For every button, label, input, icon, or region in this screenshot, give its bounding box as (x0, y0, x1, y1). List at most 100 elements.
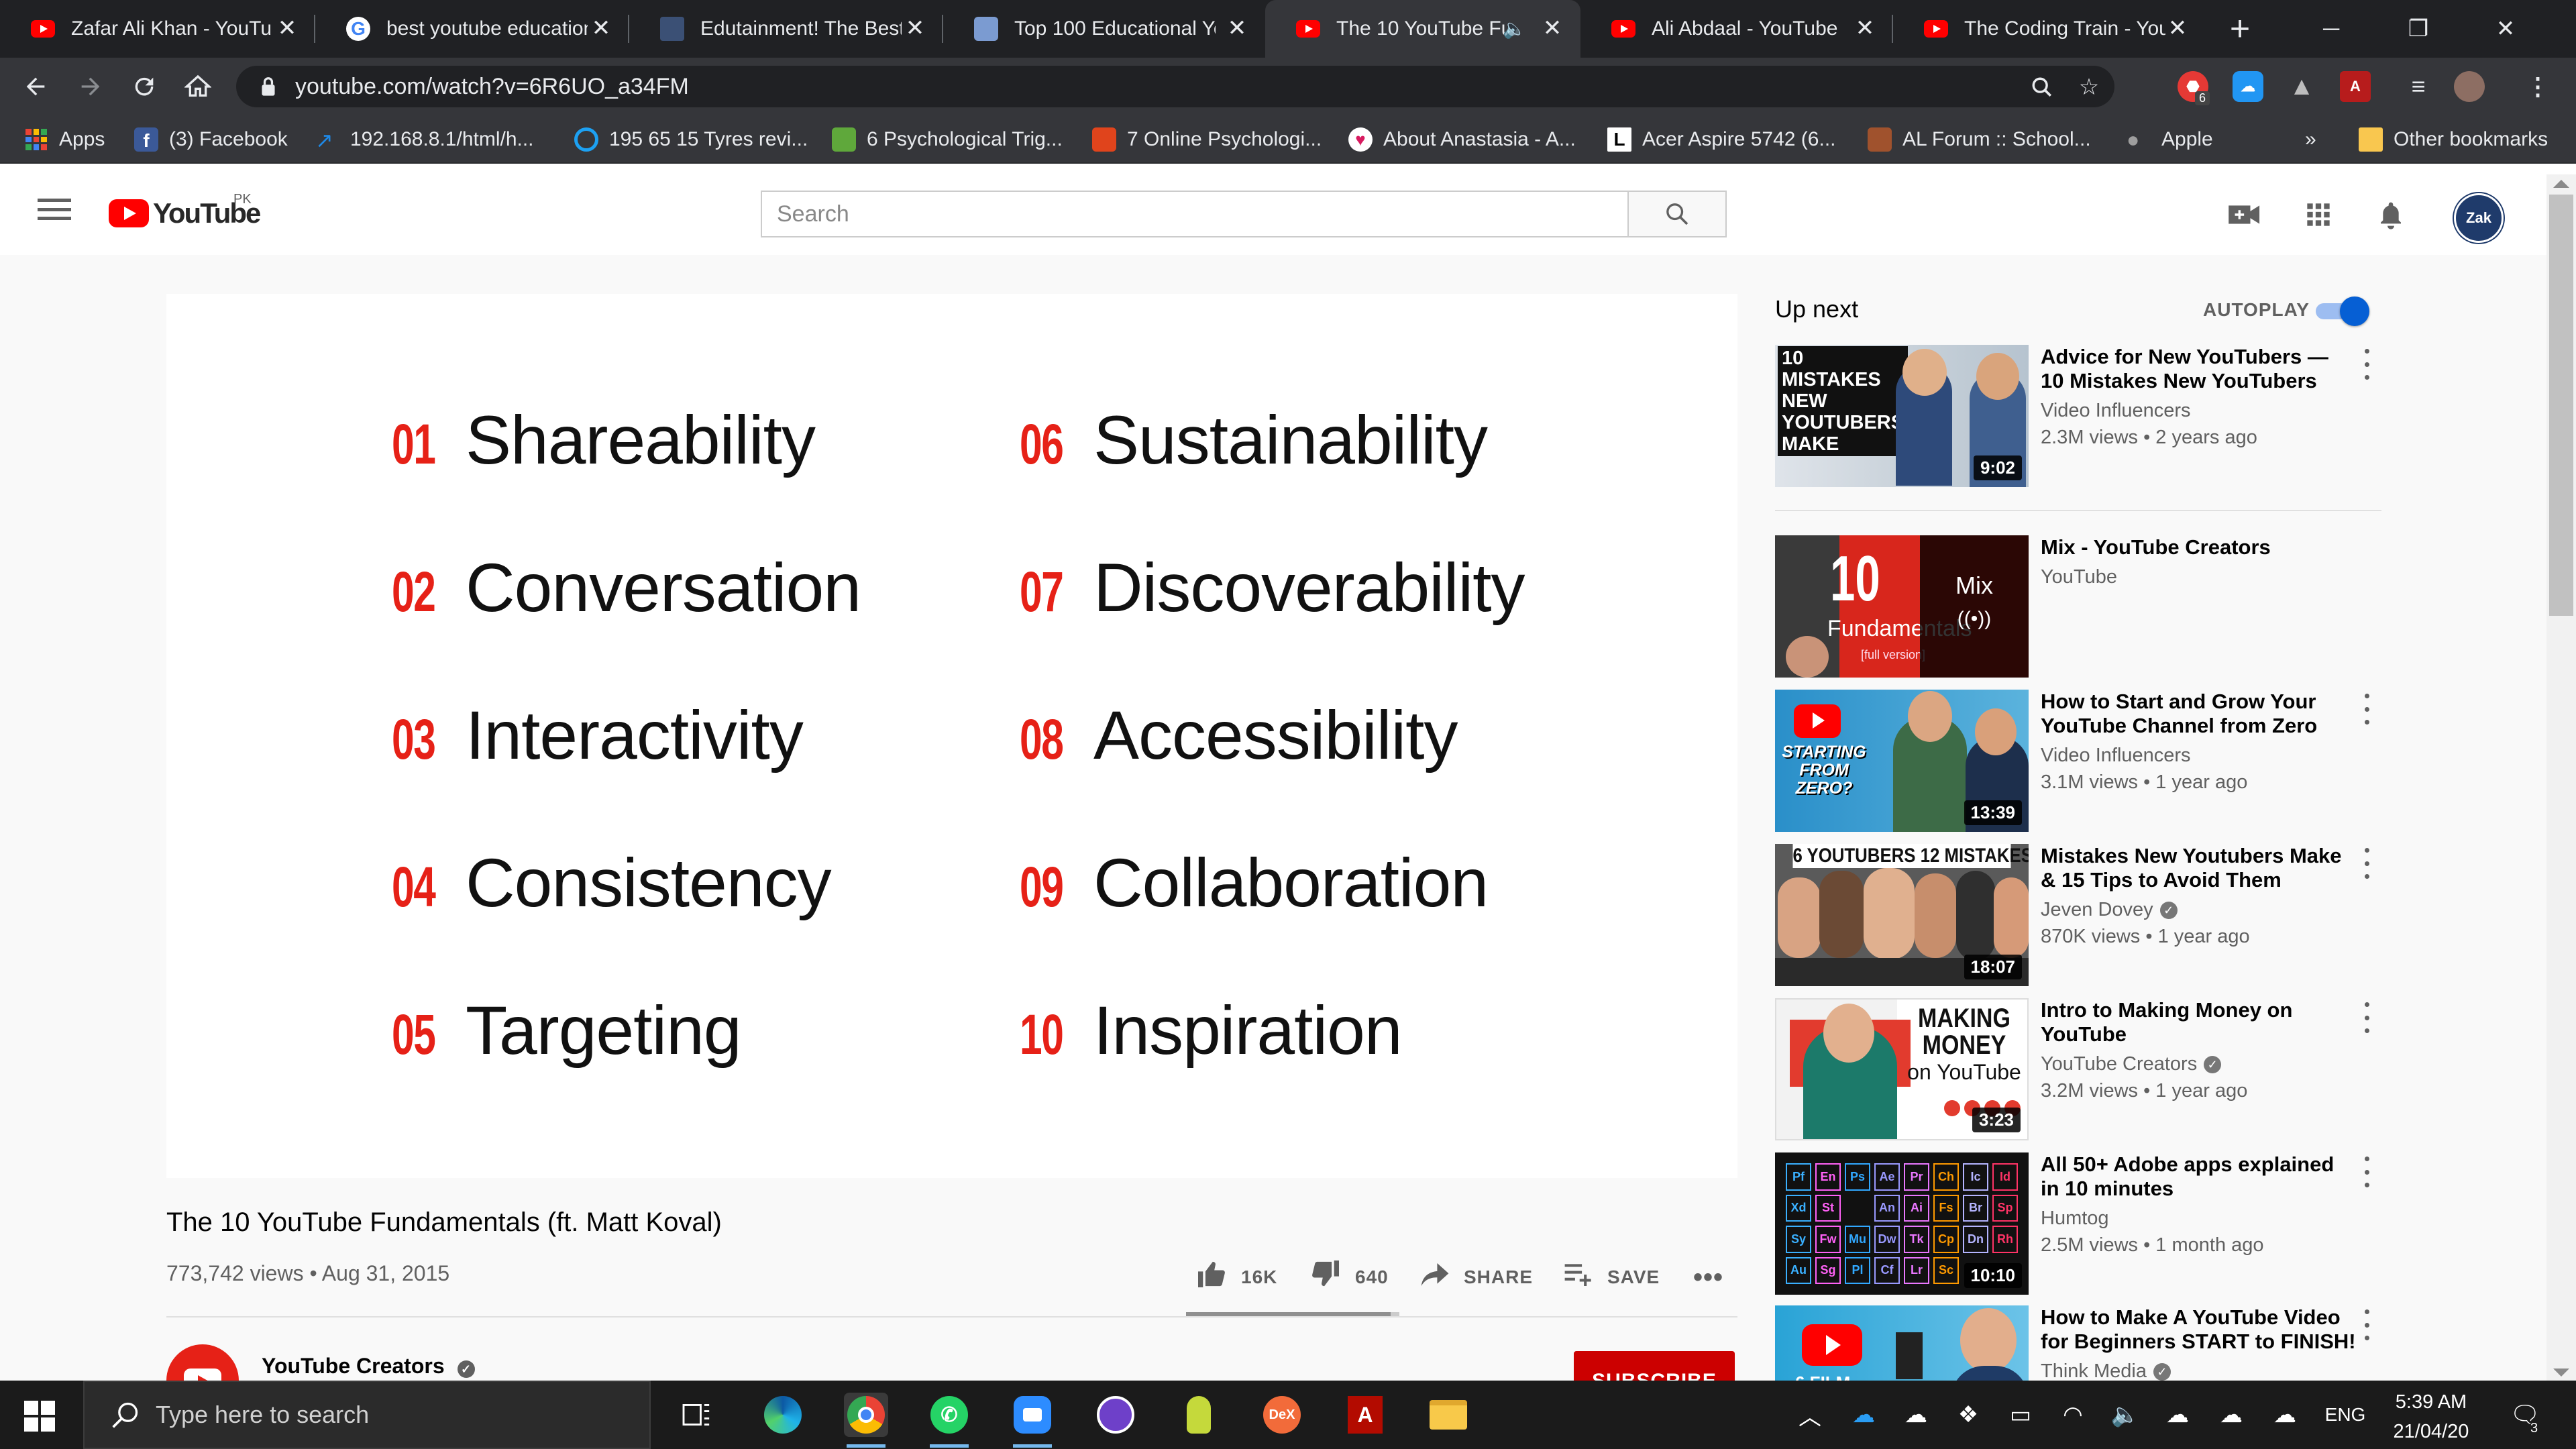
upload-cloud-icon[interactable]: ☁ (2265, 1381, 2305, 1449)
acrobat-extension-icon[interactable]: A (2340, 71, 2371, 102)
card-title[interactable]: Intro to Making Money on YouTube (2041, 998, 2356, 1046)
cloud-icon[interactable]: ☁ (1896, 1381, 1936, 1449)
bookmark-apps[interactable]: Apps (24, 115, 105, 164)
bookmark-facebook[interactable]: f (3) Facebook (134, 115, 288, 164)
taskbar-search[interactable]: Type here to search (83, 1381, 651, 1449)
tray-overflow-icon[interactable]: ︿ (1790, 1381, 1830, 1449)
video-thumbnail[interactable]: STARTING FROM ZERO? 13:39 (1775, 690, 2029, 832)
home-button[interactable] (177, 66, 219, 107)
apps-grid-icon[interactable] (2300, 196, 2337, 233)
windows-start-icon[interactable] (24, 1401, 55, 1432)
tab-coding-train[interactable]: The Coding Train - You ✕ (1893, 0, 2206, 58)
tab-top100[interactable]: Top 100 Educational Yo ✕ (943, 0, 1265, 58)
url-text[interactable]: youtube.com/watch?v=6R6UO_a34FM (295, 74, 689, 100)
share-button[interactable]: SHARE (1421, 1257, 1533, 1297)
tab-zafar[interactable]: Zafar Ali Khan - YouTube ✕ (0, 0, 315, 58)
close-icon[interactable]: ✕ (1851, 15, 1878, 42)
youtube-logo[interactable]: YouTube PK (109, 192, 261, 229)
bookmark-apple[interactable]: ● Apple (2127, 115, 2213, 164)
chrome-icon[interactable] (844, 1393, 888, 1448)
bookmark-al-forum[interactable]: AL Forum :: School... (1868, 115, 2091, 164)
bookmark-online-psych[interactable]: 7 Online Psychologi... (1092, 115, 1322, 164)
scroll-down-arrow-icon[interactable] (2553, 1368, 2569, 1377)
up-next-card[interactable]: 10 MISTAKES NEW YOUTUBERS MAKE 9:02 Advi… (1775, 345, 2379, 487)
up-next-card[interactable]: STARTING FROM ZERO? 13:39 How to Start a… (1775, 690, 2379, 832)
close-window-button[interactable]: ✕ (2462, 0, 2549, 58)
close-icon[interactable]: ✕ (902, 15, 928, 42)
up-next-card[interactable]: Pf En Ps Ae Pr Ch Ic Id Xd St An Ai Fs Br Sp Sy Fw Mu Dw Tk… (1775, 1152, 2379, 1295)
chrome-menu-icon[interactable]: ⋮ (2522, 71, 2553, 102)
search-input[interactable] (762, 200, 1433, 228)
tab-active-fundamentals[interactable]: The 10 YouTube Fu 🔈 ✕ (1265, 0, 1580, 58)
create-video-icon[interactable] (2226, 196, 2263, 233)
new-tab-button[interactable]: + (2220, 9, 2259, 48)
file-explorer-icon[interactable] (1426, 1393, 1470, 1437)
media-control-icon[interactable]: ≡ (2403, 71, 2434, 102)
up-next-card[interactable]: 10 Fundamentals [full version] Mix ((•))… (1775, 535, 2379, 678)
language-indicator[interactable]: ENG (2318, 1381, 2372, 1449)
battery-icon[interactable]: ▭ (2000, 1381, 2041, 1449)
channel-name[interactable]: YouTube Creators ✓ (262, 1354, 475, 1379)
acrobat-icon[interactable]: A (1343, 1393, 1387, 1437)
card-channel[interactable]: Video Influencers (2041, 400, 2191, 422)
card-title[interactable]: How to Make A YouTube Video for Beginner… (2041, 1305, 2356, 1354)
notifications-bell-icon[interactable] (2372, 196, 2410, 233)
close-icon[interactable]: ✕ (274, 15, 301, 42)
card-channel[interactable]: YouTube Creators ✓ (2041, 1053, 2222, 1075)
card-channel[interactable]: YouTube (2041, 566, 2117, 588)
bookmark-tyres[interactable]: 195 65 15 Tyres revi... (574, 115, 808, 164)
video-thumbnail[interactable]: 6 YOUTUBERS 12 MISTAKES 18:07 (1775, 844, 2029, 986)
search-button[interactable] (1629, 191, 1727, 237)
back-button[interactable] (15, 66, 56, 107)
bookmark-acer[interactable]: L Acer Aspire 5742 (6... (1607, 115, 1836, 164)
more-options-icon[interactable] (2360, 848, 2373, 879)
onedrive-icon[interactable]: ☁ (1843, 1381, 1884, 1449)
card-title[interactable]: Mix - YouTube Creators (2041, 535, 2356, 559)
speaker-icon[interactable]: 🔈 (1503, 17, 1526, 40)
bookmark-star-icon[interactable]: ☆ (2076, 74, 2102, 101)
tab-ali-abdaal[interactable]: Ali Abdaal - YouTube ✕ (1580, 0, 1893, 58)
tab-google[interactable]: G best youtube educational ✕ (315, 0, 629, 58)
video-thumbnail[interactable]: Pf En Ps Ae Pr Ch Ic Id Xd St An Ai Fs Br Sp Sy Fw Mu Dw Tk… (1775, 1152, 2029, 1295)
minimize-button[interactable]: ─ (2288, 0, 2375, 58)
github-icon[interactable] (1093, 1393, 1138, 1437)
bookmark-router[interactable]: ↗ 192.168.8.1/html/h... (315, 115, 534, 164)
guide-menu-icon[interactable] (38, 191, 71, 228)
card-title[interactable]: Advice for New YouTubers — 10 Mistakes N… (2041, 345, 2356, 393)
other-bookmarks[interactable]: Other bookmarks (2359, 115, 2548, 164)
page-scrollbar[interactable] (2546, 174, 2576, 1382)
notification-center-icon[interactable]: 🗨 3 (2498, 1381, 2552, 1449)
video-thumbnail[interactable]: 10 MISTAKES NEW YOUTUBERS MAKE 9:02 (1775, 345, 2029, 487)
dislike-button[interactable]: 640 (1311, 1257, 1389, 1297)
up-next-card[interactable]: 6 YOUTUBERS 12 MISTAKES 18:07 Mistakes N… (1775, 844, 2379, 986)
bookmarks-overflow-button[interactable]: » (2305, 115, 2316, 164)
upload-cloud-icon[interactable]: ☁ (2157, 1381, 2198, 1449)
close-icon[interactable]: ✕ (1224, 15, 1250, 42)
system-clock[interactable]: 5:39 AM 21/04/20 (2377, 1387, 2485, 1446)
close-icon[interactable]: ✕ (1539, 15, 1566, 42)
dropbox-icon[interactable]: ❖ (1948, 1381, 1988, 1449)
scrollbar-thumb[interactable] (2549, 195, 2573, 616)
drive-icon[interactable]: ▲ (2286, 71, 2317, 102)
more-options-icon[interactable] (2360, 349, 2373, 380)
close-icon[interactable]: ✕ (2164, 15, 2191, 42)
save-button[interactable]: SAVE (1564, 1257, 1660, 1297)
card-channel[interactable]: Jeven Dovey ✓ (2041, 899, 2178, 921)
zoom-icon[interactable] (1010, 1393, 1055, 1448)
task-view-icon[interactable] (675, 1393, 719, 1437)
video-player[interactable]: 01 Shareability 02 Conversation 03 Interact… (166, 294, 1737, 1178)
video-thumbnail[interactable]: MAKING MONEY on YouTube 3:23 (1775, 998, 2029, 1140)
lock-icon[interactable] (256, 74, 280, 99)
more-options-icon[interactable] (2360, 694, 2373, 724)
close-icon[interactable]: ✕ (588, 15, 614, 42)
autoplay-toggle[interactable] (2313, 297, 2369, 326)
card-title[interactable]: All 50+ Adobe apps explained in 10 minut… (2041, 1152, 2356, 1201)
video-thumbnail[interactable]: 10 Fundamentals [full version] Mix ((•)) (1775, 535, 2029, 678)
bookmark-psych-triggers[interactable]: 6 Psychological Trig... (832, 115, 1063, 164)
more-options-icon[interactable] (2360, 1309, 2373, 1340)
restore-button[interactable]: ❐ (2375, 0, 2462, 58)
scroll-up-arrow-icon[interactable] (2553, 180, 2569, 188)
like-button[interactable]: 16K (1197, 1257, 1277, 1297)
reload-button[interactable] (123, 66, 165, 107)
tab-edutainment[interactable]: Edutainment! The Best ✕ (629, 0, 943, 58)
